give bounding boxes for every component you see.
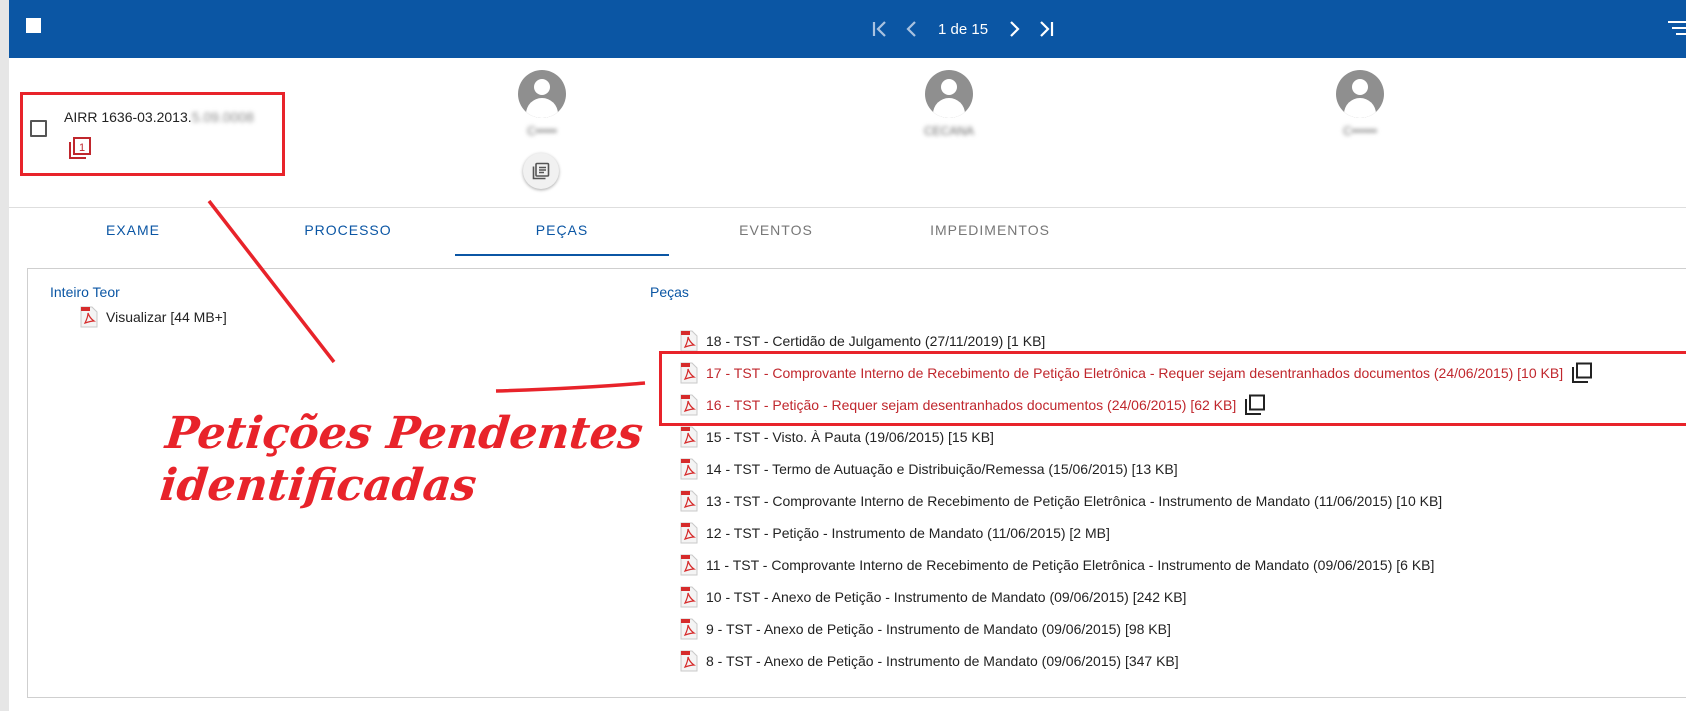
first-page-button[interactable] bbox=[864, 14, 896, 44]
inteiro-teor-title: Inteiro Teor bbox=[50, 284, 120, 300]
person-icon bbox=[534, 79, 550, 95]
tab-impedimentos[interactable]: IMPEDIMENTOS bbox=[883, 222, 1097, 256]
pecas-list-item[interactable]: 15 - TST - Visto. À Pauta (19/06/2015) [… bbox=[680, 426, 994, 448]
notes-button[interactable] bbox=[523, 153, 559, 189]
pecas-list-item[interactable]: 18 - TST - Certidão de Julgamento (27/11… bbox=[680, 330, 1046, 352]
pagination: 1 de 15 bbox=[864, 14, 1062, 44]
next-page-button[interactable] bbox=[998, 14, 1030, 44]
last-page-button[interactable] bbox=[1030, 14, 1062, 44]
participant-avatar bbox=[518, 70, 566, 118]
tab-processo[interactable]: PROCESSO bbox=[241, 222, 455, 256]
participant-avatar bbox=[1336, 70, 1384, 118]
first-page-icon bbox=[872, 21, 886, 37]
pdf-icon bbox=[680, 650, 698, 672]
notes-icon bbox=[532, 162, 550, 180]
inteiro-teor-size: [44 MB+] bbox=[170, 309, 227, 325]
page-indicator: 1 de 15 bbox=[938, 20, 989, 38]
pecas-list-item[interactable]: 12 - TST - Petição - Instrumento de Mand… bbox=[680, 522, 1110, 544]
pdf-icon bbox=[80, 306, 98, 328]
pdf-icon bbox=[680, 586, 698, 608]
sort-menu-icon[interactable] bbox=[1666, 18, 1686, 38]
select-all-checkbox[interactable] bbox=[26, 18, 41, 33]
pdf-icon bbox=[680, 426, 698, 448]
tab-pecas[interactable]: PEÇAS bbox=[455, 222, 669, 256]
tab-exame[interactable]: EXAME bbox=[26, 222, 240, 256]
pecas-list-item[interactable]: 10 - TST - Anexo de Petição - Instrument… bbox=[680, 586, 1187, 608]
pecas-list-item[interactable]: 8 - TST - Anexo de Petição - Instrumento… bbox=[680, 650, 1179, 672]
pdf-icon bbox=[680, 554, 698, 576]
pdf-icon bbox=[680, 522, 698, 544]
inteiro-teor-link[interactable]: Visualizar [44 MB+] bbox=[80, 306, 227, 328]
pdf-icon bbox=[680, 490, 698, 512]
left-edge bbox=[0, 0, 9, 711]
person-icon bbox=[1352, 79, 1368, 95]
pecas-item-label: 15 - TST - Visto. À Pauta (19/06/2015) [… bbox=[706, 429, 994, 445]
previous-page-icon bbox=[906, 21, 916, 37]
pecas-list-item[interactable]: 13 - TST - Comprovante Interno de Recebi… bbox=[680, 490, 1443, 512]
pecas-list-item[interactable]: 11 - TST - Comprovante Interno de Recebi… bbox=[680, 554, 1435, 576]
pecas-list-item[interactable]: 9 - TST - Anexo de Petição - Instrumento… bbox=[680, 618, 1171, 640]
pecas-item-label: 13 - TST - Comprovante Interno de Recebi… bbox=[706, 493, 1443, 509]
annotation-box-pending bbox=[659, 351, 1686, 426]
participant-name: CECANA bbox=[923, 124, 974, 138]
pecas-item-label: 18 - TST - Certidão de Julgamento (27/11… bbox=[706, 333, 1046, 349]
pecas-item-label: 9 - TST - Anexo de Petição - Instrumento… bbox=[706, 621, 1171, 637]
next-page-icon bbox=[1010, 21, 1020, 37]
pecas-list-item[interactable]: 14 - TST - Termo de Autuação e Distribui… bbox=[680, 458, 1178, 480]
pecas-item-label: 8 - TST - Anexo de Petição - Instrumento… bbox=[706, 653, 1179, 669]
annotation-box-process bbox=[20, 92, 285, 176]
pdf-icon bbox=[680, 618, 698, 640]
pecas-item-label: 12 - TST - Petição - Instrumento de Mand… bbox=[706, 525, 1110, 541]
pdf-icon bbox=[680, 458, 698, 480]
tab-eventos[interactable]: EVENTOS bbox=[669, 222, 883, 256]
pecas-item-label: 11 - TST - Comprovante Interno de Recebi… bbox=[706, 557, 1435, 573]
pecas-item-label: 10 - TST - Anexo de Petição - Instrument… bbox=[706, 589, 1187, 605]
pecas-item-label: 14 - TST - Termo de Autuação e Distribui… bbox=[706, 461, 1178, 477]
pecas-title: Peças bbox=[650, 284, 689, 300]
participant-name: C•••••• bbox=[1343, 124, 1377, 138]
header-divider bbox=[9, 207, 1686, 208]
annotation-line-1: Petições Pendentes bbox=[163, 408, 646, 459]
annotation-line-2: identificadas bbox=[157, 460, 479, 511]
inteiro-teor-link-label: Visualizar bbox=[106, 309, 167, 325]
participant-avatar bbox=[925, 70, 973, 118]
pdf-icon bbox=[680, 330, 698, 352]
last-page-icon bbox=[1040, 21, 1054, 37]
previous-page-button[interactable] bbox=[896, 14, 928, 44]
annotation-caption: Petições Pendentes identificadas bbox=[158, 408, 646, 512]
person-icon bbox=[941, 79, 957, 95]
participant-name: C••••• bbox=[527, 124, 557, 138]
top-toolbar: 1 de 15 bbox=[9, 0, 1686, 58]
